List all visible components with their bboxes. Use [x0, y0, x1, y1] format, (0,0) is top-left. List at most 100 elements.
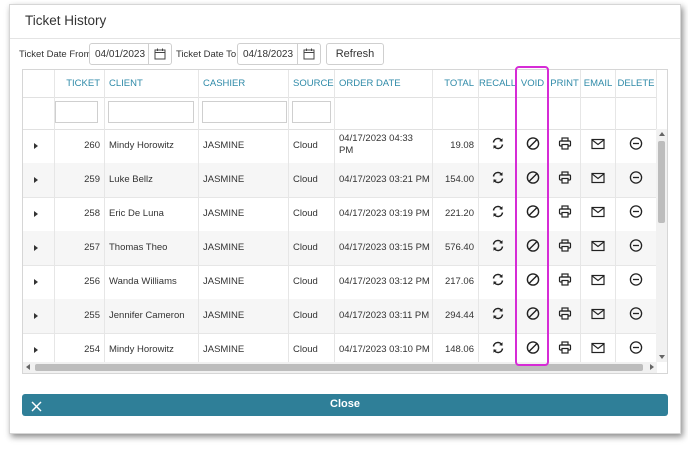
envelope-icon[interactable] — [591, 239, 605, 257]
recall-icon[interactable] — [491, 273, 505, 292]
void-icon[interactable] — [526, 205, 540, 224]
envelope-icon[interactable] — [591, 273, 605, 291]
expand-arrow-icon[interactable] — [34, 143, 38, 149]
filter-cell-empty — [23, 97, 55, 129]
void-icon[interactable] — [526, 137, 540, 156]
table-row[interactable]: 257 Thomas Theo JASMINE Cloud 04/17/2023… — [23, 231, 657, 266]
void-icon[interactable] — [526, 171, 540, 190]
vertical-scroll-thumb[interactable] — [658, 141, 665, 223]
recall-icon[interactable] — [491, 341, 505, 360]
recall-icon[interactable] — [491, 205, 505, 224]
horizontal-scroll-thumb[interactable] — [35, 364, 643, 371]
table-row[interactable]: 256 Wanda Williams JASMINE Cloud 04/17/2… — [23, 265, 657, 300]
calendar-icon[interactable] — [148, 44, 171, 64]
client-cell: Luke Bellz — [105, 163, 199, 197]
cashier-filter-input[interactable] — [202, 101, 287, 123]
header-client[interactable]: CLIENT — [105, 70, 199, 97]
minus-circle-icon[interactable] — [629, 341, 643, 360]
date-to-field[interactable]: 04/18/2023 — [237, 43, 321, 65]
client-filter-input[interactable] — [108, 101, 194, 123]
printer-icon[interactable] — [558, 205, 572, 224]
calendar-icon[interactable] — [297, 44, 320, 64]
print-cell — [549, 129, 581, 163]
row-expander-cell[interactable] — [23, 265, 55, 299]
scroll-down-arrow-icon[interactable] — [659, 355, 665, 359]
printer-icon[interactable] — [558, 171, 572, 190]
filter-cell-cashier — [199, 97, 289, 129]
horizontal-scrollbar[interactable] — [23, 362, 657, 373]
printer-icon[interactable] — [558, 273, 572, 292]
date-from-field[interactable]: 04/01/2023 — [89, 43, 172, 65]
cashier-cell: JASMINE — [199, 197, 289, 231]
date-from-value: 04/01/2023 — [95, 49, 146, 60]
scroll-right-arrow-icon[interactable] — [650, 364, 654, 370]
table-row[interactable]: 260 Mindy Horowitz JASMINE Cloud 04/17/2… — [23, 129, 657, 164]
vertical-scrollbar[interactable] — [656, 129, 667, 362]
filter-row — [23, 97, 657, 130]
source-filter-input[interactable] — [292, 101, 331, 123]
printer-icon[interactable] — [558, 341, 572, 360]
minus-circle-icon[interactable] — [629, 239, 643, 258]
source-cell: Cloud — [289, 197, 335, 231]
expand-arrow-icon[interactable] — [34, 313, 38, 319]
email-cell — [581, 163, 616, 197]
row-expander-cell[interactable] — [23, 231, 55, 265]
header-order-date[interactable]: ORDER DATE — [335, 70, 433, 97]
void-cell — [517, 265, 549, 299]
date-from-label: Ticket Date From: — [19, 49, 95, 60]
row-expander-cell[interactable] — [23, 163, 55, 197]
envelope-icon[interactable] — [591, 205, 605, 223]
table-row[interactable]: 255 Jennifer Cameron JASMINE Cloud 04/17… — [23, 299, 657, 334]
minus-circle-icon[interactable] — [629, 273, 643, 292]
header-total[interactable]: TOTAL — [433, 70, 479, 97]
header-source[interactable]: SOURCE — [289, 70, 335, 97]
row-expander-cell[interactable] — [23, 299, 55, 333]
refresh-button[interactable]: Refresh — [326, 43, 384, 65]
expand-arrow-icon[interactable] — [34, 347, 38, 353]
table-row[interactable]: 259 Luke Bellz JASMINE Cloud 04/17/2023 … — [23, 163, 657, 198]
dialog-title: Ticket History — [25, 13, 107, 28]
envelope-icon[interactable] — [591, 341, 605, 359]
minus-circle-icon[interactable] — [629, 171, 643, 190]
expand-arrow-icon[interactable] — [34, 245, 38, 251]
printer-icon[interactable] — [558, 239, 572, 258]
delete-cell — [616, 299, 657, 333]
filter-cell-client — [105, 97, 199, 129]
delete-cell — [616, 129, 657, 163]
ticket-filter-input[interactable] — [55, 101, 98, 123]
envelope-icon[interactable] — [591, 307, 605, 325]
expand-arrow-icon[interactable] — [34, 177, 38, 183]
table-row[interactable]: 258 Eric De Luna JASMINE Cloud 04/17/202… — [23, 197, 657, 232]
scroll-up-arrow-icon[interactable] — [659, 132, 665, 136]
expand-arrow-icon[interactable] — [34, 279, 38, 285]
recall-icon[interactable] — [491, 137, 505, 156]
void-icon[interactable] — [526, 239, 540, 258]
delete-cell — [616, 197, 657, 231]
scroll-left-arrow-icon[interactable] — [26, 364, 30, 370]
minus-circle-icon[interactable] — [629, 205, 643, 224]
grid-header: TICKET CLIENT CASHIER SOURCE ORDER DATE … — [23, 70, 657, 98]
void-icon[interactable] — [526, 307, 540, 326]
header-cashier[interactable]: CASHIER — [199, 70, 289, 97]
header-recall: RECALL — [479, 70, 517, 97]
print-cell — [549, 299, 581, 333]
close-button[interactable]: Close — [22, 394, 668, 416]
void-icon[interactable] — [526, 273, 540, 292]
minus-circle-icon[interactable] — [629, 307, 643, 326]
header-void: VOID — [517, 70, 549, 97]
recall-icon[interactable] — [491, 171, 505, 190]
row-expander-cell[interactable] — [23, 129, 55, 163]
header-ticket[interactable]: TICKET — [55, 70, 105, 97]
envelope-icon[interactable] — [591, 137, 605, 155]
recall-icon[interactable] — [491, 239, 505, 258]
void-icon[interactable] — [526, 341, 540, 360]
printer-icon[interactable] — [558, 307, 572, 326]
order-date-cell: 04/17/2023 04:33 PM — [335, 129, 433, 163]
printer-icon[interactable] — [558, 137, 572, 156]
print-cell — [549, 231, 581, 265]
row-expander-cell[interactable] — [23, 197, 55, 231]
recall-icon[interactable] — [491, 307, 505, 326]
envelope-icon[interactable] — [591, 171, 605, 189]
expand-arrow-icon[interactable] — [34, 211, 38, 217]
minus-circle-icon[interactable] — [629, 137, 643, 156]
